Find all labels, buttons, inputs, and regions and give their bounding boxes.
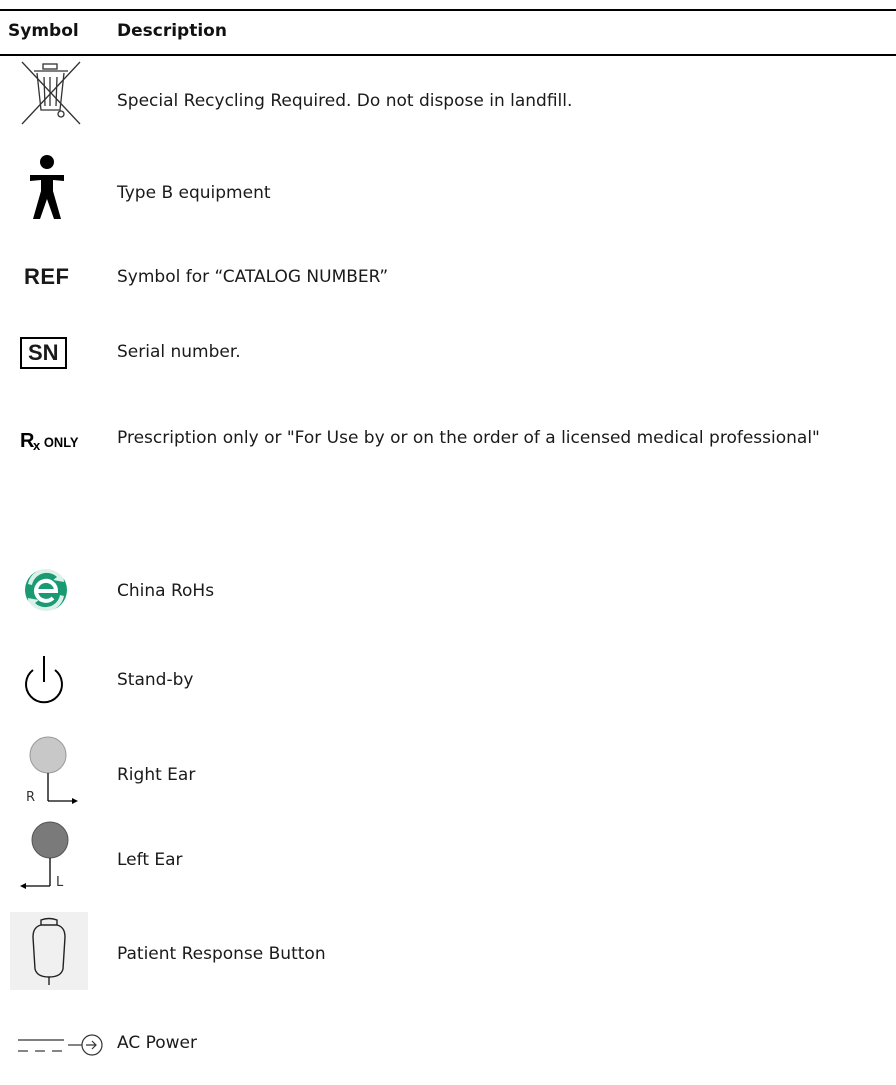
table-row: L Left Ear (0, 820, 896, 890)
table-row: R Right Ear (0, 735, 896, 805)
table-row: Stand-by (0, 650, 896, 710)
svg-text:x: x (33, 438, 41, 452)
row-description: Left Ear (117, 850, 183, 870)
ac-power-icon (16, 1028, 116, 1064)
table-row: Patient Response Button (0, 912, 896, 990)
row-description: Stand-by (117, 670, 194, 690)
rx-only-icon: R x ONLY (20, 426, 110, 454)
row-description: Serial number. (117, 342, 241, 362)
table-row: Special Recycling Required. Do not dispo… (0, 60, 896, 130)
right-ear-letter: R (26, 790, 35, 805)
china-rohs-icon (22, 564, 82, 616)
description-column-header: Description (117, 21, 227, 41)
left-ear-icon: L (18, 820, 78, 890)
row-description: Type B equipment (117, 183, 271, 203)
row-description: Prescription only or "For Use by or on t… (117, 428, 820, 448)
table-top-rule (0, 9, 896, 11)
svg-text:ONLY: ONLY (44, 435, 79, 451)
weee-crossed-bin-icon (18, 60, 88, 126)
table-row: Type B equipment (0, 152, 896, 222)
row-description: China RoHs (117, 581, 215, 601)
table-row: SN Serial number. (0, 332, 896, 392)
table-row: REF Symbol for “CATALOG NUMBER” (0, 250, 896, 310)
row-description: Patient Response Button (117, 944, 326, 964)
row-description: Symbol for “CATALOG NUMBER” (117, 267, 389, 287)
header-bottom-rule (0, 54, 896, 56)
row-description: Special Recycling Required. Do not dispo… (117, 91, 573, 111)
row-description: Right Ear (117, 765, 196, 785)
table-row: AC Power (0, 1028, 896, 1068)
serial-number-icon: SN (20, 332, 100, 374)
patient-response-button-icon (10, 912, 88, 990)
right-ear-icon: R (22, 735, 82, 805)
table-row: R x ONLY Prescription only or "For Use b… (0, 422, 896, 492)
left-ear-letter: L (56, 875, 64, 890)
table-row: China RoHs (0, 564, 896, 624)
standby-icon (18, 650, 78, 710)
ref-icon: REF (24, 262, 94, 292)
type-b-person-icon (27, 152, 87, 222)
symbol-column-header: Symbol (8, 21, 79, 41)
sn-symbol-text: SN (20, 337, 67, 369)
row-description: AC Power (117, 1033, 198, 1053)
ref-symbol-text: REF (24, 264, 70, 289)
